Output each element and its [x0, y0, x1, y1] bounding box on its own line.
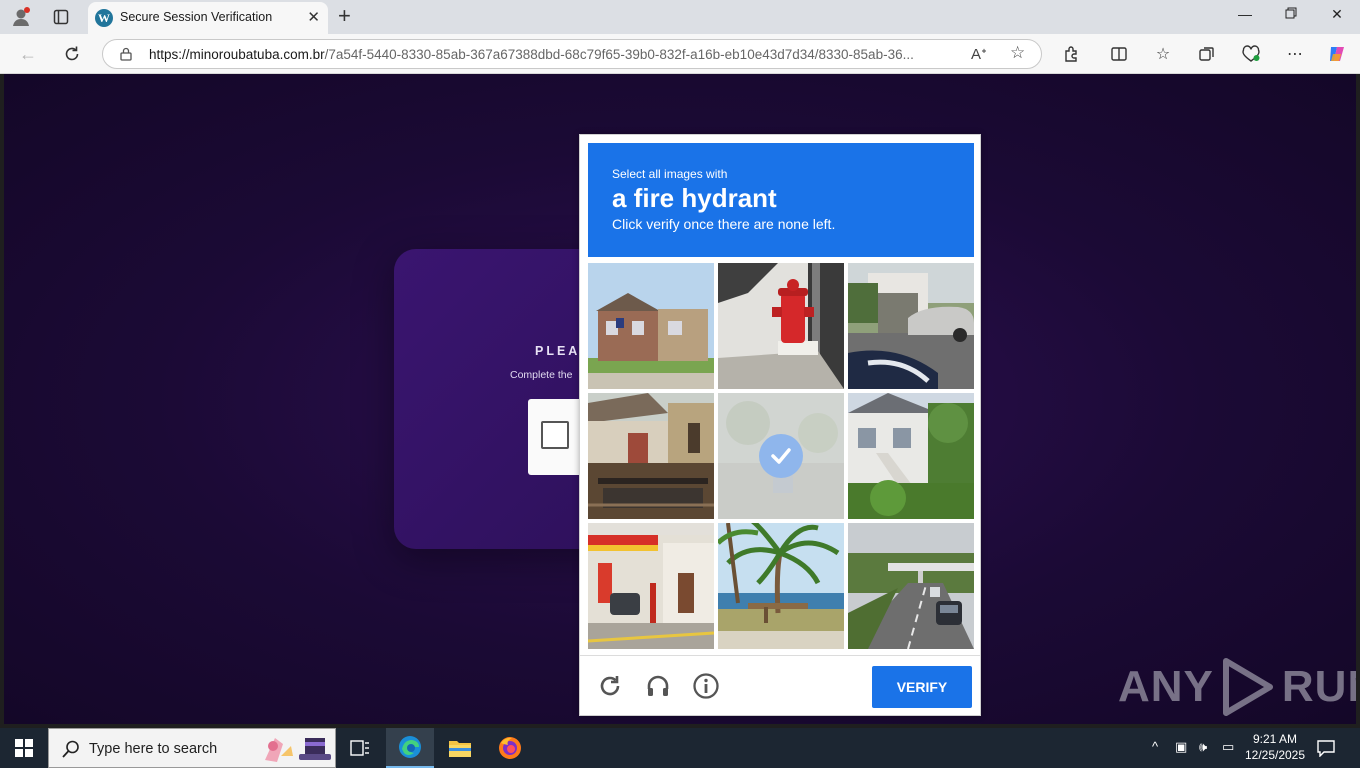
selected-check-icon	[759, 434, 803, 478]
captcha-tile-highway[interactable]	[848, 523, 974, 649]
captcha-tile-house[interactable]	[588, 263, 714, 389]
back-icon[interactable]: ←	[16, 42, 40, 66]
clock-date: 12/25/2025	[1244, 748, 1306, 762]
copilot-icon[interactable]	[1326, 43, 1348, 65]
extensions-icon[interactable]	[1060, 43, 1082, 65]
url-bar[interactable]: https://minoroubatuba.com.br/7a54f-5440-…	[102, 39, 1042, 69]
search-highlight-icon	[265, 738, 331, 762]
windows-logo-icon	[15, 739, 33, 757]
captcha-image-grid	[588, 263, 974, 649]
wordpress-icon: W	[95, 9, 113, 27]
captcha-footer: VERIFY	[580, 655, 980, 717]
url-text[interactable]: https://minoroubatuba.com.br/7a54f-5440-…	[149, 47, 959, 62]
captcha-checkbox[interactable]	[541, 421, 569, 449]
meet-now-icon[interactable]: ▣	[1175, 739, 1187, 755]
taskbar-search-box[interactable]: Type here to search	[48, 728, 336, 768]
restore-icon[interactable]	[1268, 6, 1314, 22]
file-explorer-icon[interactable]	[436, 728, 484, 768]
captcha-tile-palm-beach[interactable]	[718, 523, 844, 649]
collections-icon[interactable]	[1196, 43, 1218, 65]
watermark-right: RUN	[1281, 662, 1356, 711]
card-subtitle: Complete the	[510, 369, 573, 381]
network-icon[interactable]: ▭	[1222, 739, 1234, 755]
tab-actions-icon[interactable]	[48, 5, 74, 29]
profile-icon[interactable]	[8, 5, 34, 29]
close-tab-icon[interactable]: ✕	[307, 8, 320, 26]
favorite-star-icon[interactable]: ☆	[1010, 43, 1025, 63]
new-tab-icon[interactable]: +	[338, 4, 351, 28]
tab-bar: W Secure Session Verification ✕ + — ✕	[0, 0, 1360, 34]
read-aloud-icon[interactable]: Aᐩ	[971, 45, 987, 63]
show-hidden-icons[interactable]: ^	[1152, 739, 1158, 754]
active-tab[interactable]: W Secure Session Verification ✕	[88, 2, 328, 34]
address-bar: ← https://minoroubatuba.com.br/7a54f-544…	[0, 34, 1360, 74]
minimize-icon[interactable]: —	[1222, 6, 1268, 22]
start-button[interactable]	[0, 728, 48, 768]
captcha-tile-stairs-house[interactable]	[848, 393, 974, 519]
notifications-icon[interactable]	[1306, 728, 1346, 768]
windows-taskbar: Type here to search ^ ▣ 🕪 ▭ 9:21 AM 12/2…	[0, 728, 1360, 768]
captcha-tile-car-street[interactable]	[848, 263, 974, 389]
taskbar-clock[interactable]: 9:21 AM 12/25/2025	[1240, 731, 1310, 763]
browser-essentials-icon[interactable]	[1240, 43, 1262, 65]
image-captcha-dialog: Select all images with a fire hydrant Cl…	[579, 134, 981, 716]
reload-icon[interactable]	[594, 670, 626, 702]
captcha-tile-fire-hydrant[interactable]	[718, 263, 844, 389]
close-window-icon[interactable]: ✕	[1314, 6, 1360, 23]
lock-icon[interactable]	[119, 47, 133, 61]
favorites-icon[interactable]: ☆	[1152, 43, 1174, 65]
info-icon[interactable]	[690, 670, 722, 702]
volume-icon[interactable]: 🕪	[1199, 739, 1207, 755]
task-view-icon[interactable]	[336, 728, 384, 768]
captcha-prompt-intro: Select all images with	[612, 167, 728, 181]
captcha-header: Select all images with a fire hydrant Cl…	[588, 143, 974, 257]
captcha-tile-selected[interactable]	[718, 393, 844, 519]
refresh-icon[interactable]	[60, 42, 84, 66]
audio-challenge-icon[interactable]	[642, 670, 674, 702]
edge-taskbar-icon[interactable]	[386, 728, 434, 768]
anyrun-watermark: ANY RUN	[1118, 657, 1356, 717]
page-content: PLEAS Complete the ANY RUN Select all im…	[4, 74, 1356, 724]
search-icon	[62, 740, 79, 758]
captcha-target-object: a fire hydrant	[612, 183, 777, 213]
captcha-tile-backyard[interactable]	[588, 393, 714, 519]
verify-button[interactable]: VERIFY	[872, 666, 972, 708]
captcha-instructions: Click verify once there are none left.	[612, 216, 836, 232]
clock-time: 9:21 AM	[1252, 732, 1298, 746]
captcha-tile-gas-station[interactable]	[588, 523, 714, 649]
firefox-icon[interactable]	[486, 728, 534, 768]
split-screen-icon[interactable]	[1108, 43, 1130, 65]
play-logo-icon	[1222, 658, 1273, 716]
more-options-icon[interactable]: ⋯	[1284, 43, 1306, 65]
search-placeholder: Type here to search	[89, 741, 218, 757]
tab-title: Secure Session Verification	[120, 10, 273, 24]
watermark-left: ANY	[1118, 662, 1214, 711]
